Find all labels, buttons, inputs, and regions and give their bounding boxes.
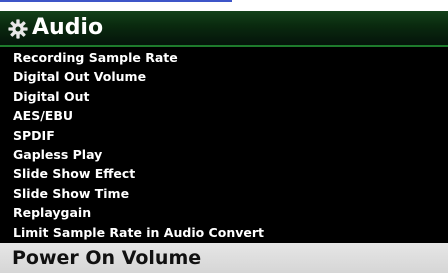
menu-title: Audio <box>32 15 104 40</box>
menu-item-replaygain[interactable]: Replaygain <box>0 203 448 222</box>
menu-item-gapless-play[interactable]: Gapless Play <box>0 145 448 164</box>
menu-item-recording-sample-rate[interactable]: Recording Sample Rate <box>0 48 448 67</box>
menu-item-digital-out[interactable]: Digital Out <box>0 87 448 106</box>
menu-item-digital-out-volume[interactable]: Digital Out Volume <box>0 67 448 86</box>
top-border-line <box>0 0 232 2</box>
menu-item-limit-sample-rate[interactable]: Limit Sample Rate in Audio Convert <box>0 223 448 242</box>
menu-header: Audio <box>0 11 448 47</box>
audio-menu-screen: Audio Recording Sample Rate Digital Out … <box>0 11 448 273</box>
menu-item-slide-show-time[interactable]: Slide Show Time <box>0 184 448 203</box>
menu-item-aes-ebu[interactable]: AES/EBU <box>0 106 448 125</box>
gear-icon <box>8 19 28 39</box>
header-divider <box>0 45 448 47</box>
menu-item-slide-show-effect[interactable]: Slide Show Effect <box>0 164 448 183</box>
menu-item-spdif[interactable]: SPDIF <box>0 126 448 145</box>
audio-settings-list: Recording Sample Rate Digital Out Volume… <box>0 48 448 242</box>
menu-item-power-on-volume-selected[interactable]: Power On Volume <box>0 243 448 273</box>
